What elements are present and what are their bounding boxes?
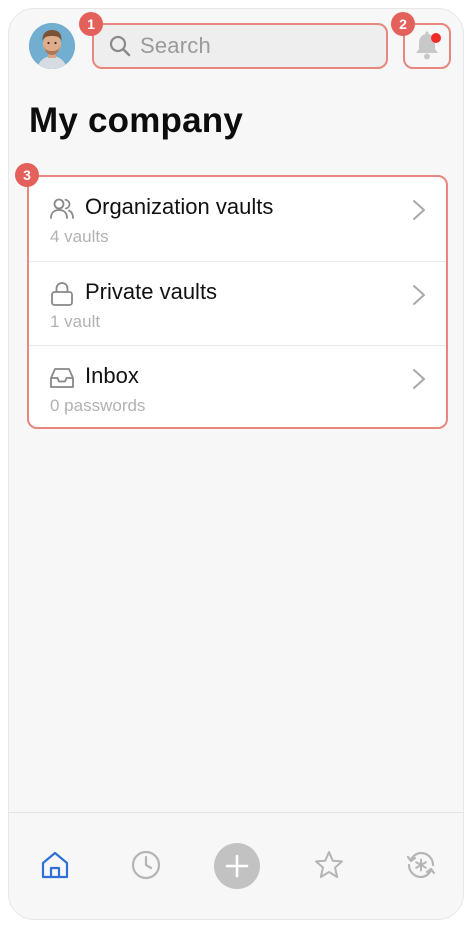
tab-generator[interactable] <box>401 845 441 885</box>
search-input[interactable]: Search <box>92 23 388 69</box>
chevron-right-icon <box>413 200 425 220</box>
home-icon <box>41 851 69 879</box>
list-item-label: Private vaults <box>85 279 218 304</box>
page-title: My company <box>29 101 243 140</box>
list-item-inbox[interactable]: Inbox 0 passwords <box>29 345 446 429</box>
tab-home[interactable] <box>35 845 75 885</box>
plus-icon <box>225 854 249 878</box>
chevron-right-icon <box>413 369 425 389</box>
search-icon <box>109 35 131 57</box>
users-icon <box>50 198 74 219</box>
list-item-label: Inbox <box>85 363 139 388</box>
annotation-badge-3: 3 <box>15 163 39 187</box>
vault-list: Organization vaults 4 vaults Private vau… <box>27 175 448 429</box>
list-item-organization-vaults[interactable]: Organization vaults 4 vaults <box>29 177 446 261</box>
annotation-badge-1: 1 <box>79 12 103 36</box>
list-item-label: Organization vaults <box>85 194 274 219</box>
lock-icon <box>51 282 73 306</box>
list-item-sublabel: 0 passwords <box>50 396 146 415</box>
clock-icon <box>131 850 161 880</box>
app-screen: Search 1 2 My company Organization vault… <box>8 8 464 920</box>
search-placeholder: Search <box>140 33 211 58</box>
inbox-icon <box>50 368 74 388</box>
chevron-right-icon <box>413 285 425 305</box>
annotation-badge-2: 2 <box>391 12 415 36</box>
star-icon <box>315 851 343 878</box>
list-item-sublabel: 4 vaults <box>50 227 109 246</box>
tab-recent[interactable] <box>126 845 166 885</box>
list-item-sublabel: 1 vault <box>50 312 101 331</box>
sync-asterisk-icon <box>406 851 436 879</box>
add-button[interactable] <box>214 843 260 889</box>
avatar[interactable] <box>29 23 75 69</box>
notification-dot <box>431 33 441 43</box>
list-item-private-vaults[interactable]: Private vaults 1 vault <box>29 261 446 345</box>
tab-bar <box>9 812 463 919</box>
avatar-image <box>29 23 75 69</box>
tab-favorites[interactable] <box>309 845 349 885</box>
